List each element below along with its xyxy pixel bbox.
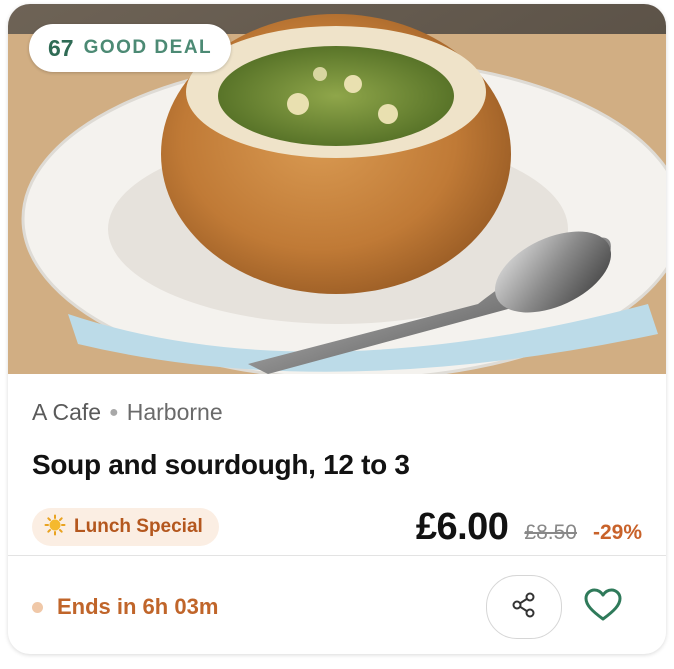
card-divider: [8, 555, 666, 556]
sun-icon: [44, 514, 66, 541]
original-price: £8.50: [524, 521, 577, 544]
deal-label: GOOD DEAL: [83, 37, 213, 58]
deal-title[interactable]: Soup and sourdough, 12 to 3: [32, 449, 410, 481]
venue-name[interactable]: A Cafe: [32, 399, 101, 426]
share-icon: [510, 591, 538, 624]
venue-area: Harborne: [126, 399, 223, 425]
share-button[interactable]: [486, 575, 562, 639]
category-tag-label: Lunch Special: [74, 516, 203, 537]
deal-card[interactable]: 67 GOOD DEAL A Cafe ● Harborne Soup and …: [8, 4, 666, 654]
discount-percent: -29%: [592, 521, 642, 544]
category-tag: Lunch Special: [32, 508, 219, 546]
current-price: £6.00: [415, 506, 509, 548]
venue-meta: A Cafe ● Harborne: [32, 399, 223, 426]
separator-dot: ●: [109, 403, 119, 421]
status-dot-icon: [32, 601, 43, 613]
expiry-label: Ends in 6h 03m: [57, 594, 219, 619]
expiry-status: Ends in 6h 03m: [32, 594, 218, 620]
heart-icon: [584, 588, 622, 627]
favourite-button[interactable]: [580, 584, 626, 630]
deal-score: 67: [48, 34, 74, 61]
price-row: £6.00 £8.50 -29%: [416, 506, 642, 549]
deal-score-badge: 67 GOOD DEAL: [29, 24, 232, 72]
